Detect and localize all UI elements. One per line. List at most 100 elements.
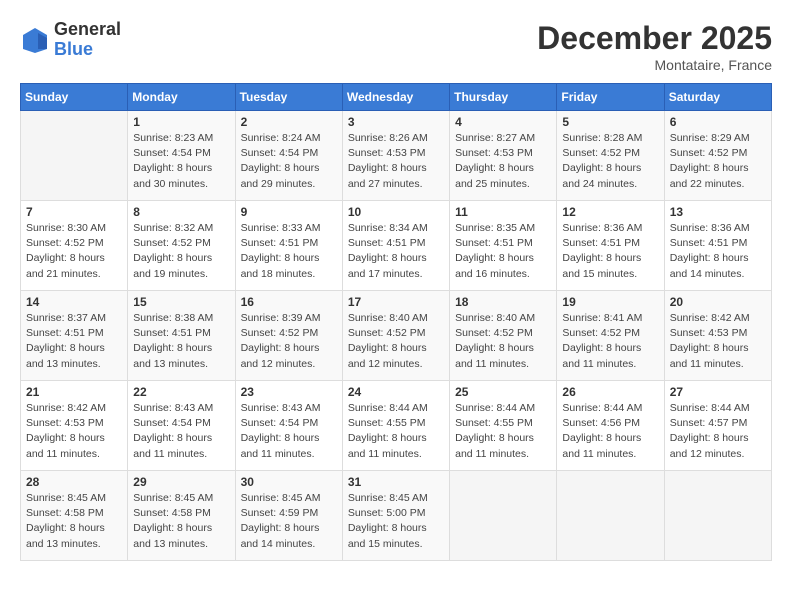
day-info: Sunrise: 8:37 AMSunset: 4:51 PMDaylight:… — [26, 311, 122, 372]
day-info: Sunrise: 8:30 AMSunset: 4:52 PMDaylight:… — [26, 221, 122, 282]
calendar-cell: 27 Sunrise: 8:44 AMSunset: 4:57 PMDayligh… — [664, 381, 771, 471]
day-info: Sunrise: 8:44 AMSunset: 4:55 PMDaylight:… — [455, 401, 551, 462]
calendar-cell: 6Sunrise: 8:29 AMSunset: 4:52 PMDaylight… — [664, 111, 771, 201]
day-info: Sunrise: 8:33 AMSunset: 4:51 PMDaylight:… — [241, 221, 337, 282]
day-info: Sunrise: 8:27 AMSunset: 4:53 PMDaylight:… — [455, 131, 551, 192]
day-number: 1 — [133, 115, 229, 129]
calendar-cell: 22Sunrise: 8:43 AMSunset: 4:54 PMDayligh… — [128, 381, 235, 471]
day-number: 20 — [670, 295, 766, 309]
calendar-cell: 28 Sunrise: 8:45 AMSunset: 4:58 PMDayligh… — [21, 471, 128, 561]
day-info: Sunrise: 8:43 AMSunset: 4:54 PMDaylight:… — [241, 401, 337, 462]
calendar-cell: 14 Sunrise: 8:37 AMSunset: 4:51 PMDayligh… — [21, 291, 128, 381]
day-number: 2 — [241, 115, 337, 129]
calendar-cell: 30 Sunrise: 8:45 AMSunset: 4:59 PMDayligh… — [235, 471, 342, 561]
day-number: 19 — [562, 295, 658, 309]
calendar-cell: 8 Sunrise: 8:32 AMSunset: 4:52 PMDaylight… — [128, 201, 235, 291]
logo: General Blue — [20, 20, 121, 60]
day-number: 8 — [133, 205, 229, 219]
day-info: Sunrise: 8:28 AMSunset: 4:52 PMDaylight:… — [562, 131, 658, 192]
day-info: Sunrise: 8:36 AMSunset: 4:51 PMDaylight:… — [670, 221, 766, 282]
calendar-table: SundayMondayTuesdayWednesdayThursdayFrid… — [20, 83, 772, 561]
calendar-cell: 25 Sunrise: 8:44 AMSunset: 4:55 PMDayligh… — [450, 381, 557, 471]
day-number: 16 — [241, 295, 337, 309]
day-info: Sunrise: 8:45 AMSunset: 5:00 PMDaylight:… — [348, 491, 444, 552]
day-info: Sunrise: 8:44 AMSunset: 4:56 PMDaylight:… — [562, 401, 658, 462]
day-number: 26 — [562, 385, 658, 399]
header-row: SundayMondayTuesdayWednesdayThursdayFrid… — [21, 84, 772, 111]
logo-general-label: General — [54, 20, 121, 40]
day-number: 25 — [455, 385, 551, 399]
day-info: Sunrise: 8:40 AMSunset: 4:52 PMDaylight:… — [348, 311, 444, 372]
day-number: 30 — [241, 475, 337, 489]
day-info: Sunrise: 8:34 AMSunset: 4:51 PMDaylight:… — [348, 221, 444, 282]
day-info: Sunrise: 8:40 AMSunset: 4:52 PMDaylight:… — [455, 311, 551, 372]
day-info: Sunrise: 8:26 AMSunset: 4:53 PMDaylight:… — [348, 131, 444, 192]
day-info: Sunrise: 8:38 AMSunset: 4:51 PMDaylight:… — [133, 311, 229, 372]
calendar-cell: 2 Sunrise: 8:24 AMSunset: 4:54 PMDaylight… — [235, 111, 342, 201]
day-info: Sunrise: 8:35 AMSunset: 4:51 PMDaylight:… — [455, 221, 551, 282]
calendar-cell: 23Sunrise: 8:43 AMSunset: 4:54 PMDayligh… — [235, 381, 342, 471]
day-info: Sunrise: 8:41 AMSunset: 4:52 PMDaylight:… — [562, 311, 658, 372]
calendar-cell — [21, 111, 128, 201]
day-number: 13 — [670, 205, 766, 219]
logo-blue-label: Blue — [54, 40, 121, 60]
calendar-cell: 5 Sunrise: 8:28 AMSunset: 4:52 PMDaylight… — [557, 111, 664, 201]
day-info: Sunrise: 8:44 AMSunset: 4:55 PMDaylight:… — [348, 401, 444, 462]
header-day-friday: Friday — [557, 84, 664, 111]
calendar-week-4: 21 Sunrise: 8:42 AMSunset: 4:53 PMDayligh… — [21, 381, 772, 471]
day-info: Sunrise: 8:23 AMSunset: 4:54 PMDaylight:… — [133, 131, 229, 192]
day-info: Sunrise: 8:45 AMSunset: 4:59 PMDaylight:… — [241, 491, 337, 552]
header-day-monday: Monday — [128, 84, 235, 111]
calendar-cell: 4 Sunrise: 8:27 AMSunset: 4:53 PMDaylight… — [450, 111, 557, 201]
day-number: 4 — [455, 115, 551, 129]
day-info: Sunrise: 8:32 AMSunset: 4:52 PMDaylight:… — [133, 221, 229, 282]
title-block: December 2025 Montataire, France — [537, 20, 772, 73]
day-number: 10 — [348, 205, 444, 219]
calendar-cell: 26 Sunrise: 8:44 AMSunset: 4:56 PMDayligh… — [557, 381, 664, 471]
day-number: 27 — [670, 385, 766, 399]
calendar-week-2: 7Sunrise: 8:30 AMSunset: 4:52 PMDaylight… — [21, 201, 772, 291]
day-number: 11 — [455, 205, 551, 219]
calendar-week-1: 1 Sunrise: 8:23 AMSunset: 4:54 PMDaylight… — [21, 111, 772, 201]
calendar-cell: 16Sunrise: 8:39 AMSunset: 4:52 PMDayligh… — [235, 291, 342, 381]
calendar-header: SundayMondayTuesdayWednesdayThursdayFrid… — [21, 84, 772, 111]
day-number: 31 — [348, 475, 444, 489]
calendar-cell: 11 Sunrise: 8:35 AMSunset: 4:51 PMDayligh… — [450, 201, 557, 291]
day-info: Sunrise: 8:45 AMSunset: 4:58 PMDaylight:… — [133, 491, 229, 552]
header-day-tuesday: Tuesday — [235, 84, 342, 111]
day-info: Sunrise: 8:24 AMSunset: 4:54 PMDaylight:… — [241, 131, 337, 192]
calendar-cell: 7Sunrise: 8:30 AMSunset: 4:52 PMDaylight… — [21, 201, 128, 291]
day-number: 28 — [26, 475, 122, 489]
calendar-cell: 15 Sunrise: 8:38 AMSunset: 4:51 PMDayligh… — [128, 291, 235, 381]
day-number: 24 — [348, 385, 444, 399]
calendar-cell: 10 Sunrise: 8:34 AMSunset: 4:51 PMDayligh… — [342, 201, 449, 291]
header-day-wednesday: Wednesday — [342, 84, 449, 111]
calendar-body: 1 Sunrise: 8:23 AMSunset: 4:54 PMDaylight… — [21, 111, 772, 561]
calendar-cell: 1 Sunrise: 8:23 AMSunset: 4:54 PMDaylight… — [128, 111, 235, 201]
calendar-cell: 31 Sunrise: 8:45 AMSunset: 5:00 PMDayligh… — [342, 471, 449, 561]
calendar-cell: 19 Sunrise: 8:41 AMSunset: 4:52 PMDayligh… — [557, 291, 664, 381]
logo-icon — [20, 25, 50, 55]
day-number: 9 — [241, 205, 337, 219]
day-number: 5 — [562, 115, 658, 129]
day-number: 15 — [133, 295, 229, 309]
calendar-cell — [557, 471, 664, 561]
calendar-cell: 3Sunrise: 8:26 AMSunset: 4:53 PMDaylight… — [342, 111, 449, 201]
day-number: 21 — [26, 385, 122, 399]
day-info: Sunrise: 8:42 AMSunset: 4:53 PMDaylight:… — [670, 311, 766, 372]
day-info: Sunrise: 8:45 AMSunset: 4:58 PMDaylight:… — [26, 491, 122, 552]
day-number: 22 — [133, 385, 229, 399]
day-number: 12 — [562, 205, 658, 219]
day-number: 6 — [670, 115, 766, 129]
location-subtitle: Montataire, France — [537, 57, 772, 73]
day-info: Sunrise: 8:36 AMSunset: 4:51 PMDaylight:… — [562, 221, 658, 282]
calendar-cell: 29Sunrise: 8:45 AMSunset: 4:58 PMDayligh… — [128, 471, 235, 561]
calendar-week-5: 28 Sunrise: 8:45 AMSunset: 4:58 PMDayligh… — [21, 471, 772, 561]
day-number: 14 — [26, 295, 122, 309]
month-title: December 2025 — [537, 20, 772, 57]
day-info: Sunrise: 8:44 AMSunset: 4:57 PMDaylight:… — [670, 401, 766, 462]
header-day-thursday: Thursday — [450, 84, 557, 111]
day-info: Sunrise: 8:42 AMSunset: 4:53 PMDaylight:… — [26, 401, 122, 462]
calendar-cell — [664, 471, 771, 561]
logo-text: General Blue — [54, 20, 121, 60]
